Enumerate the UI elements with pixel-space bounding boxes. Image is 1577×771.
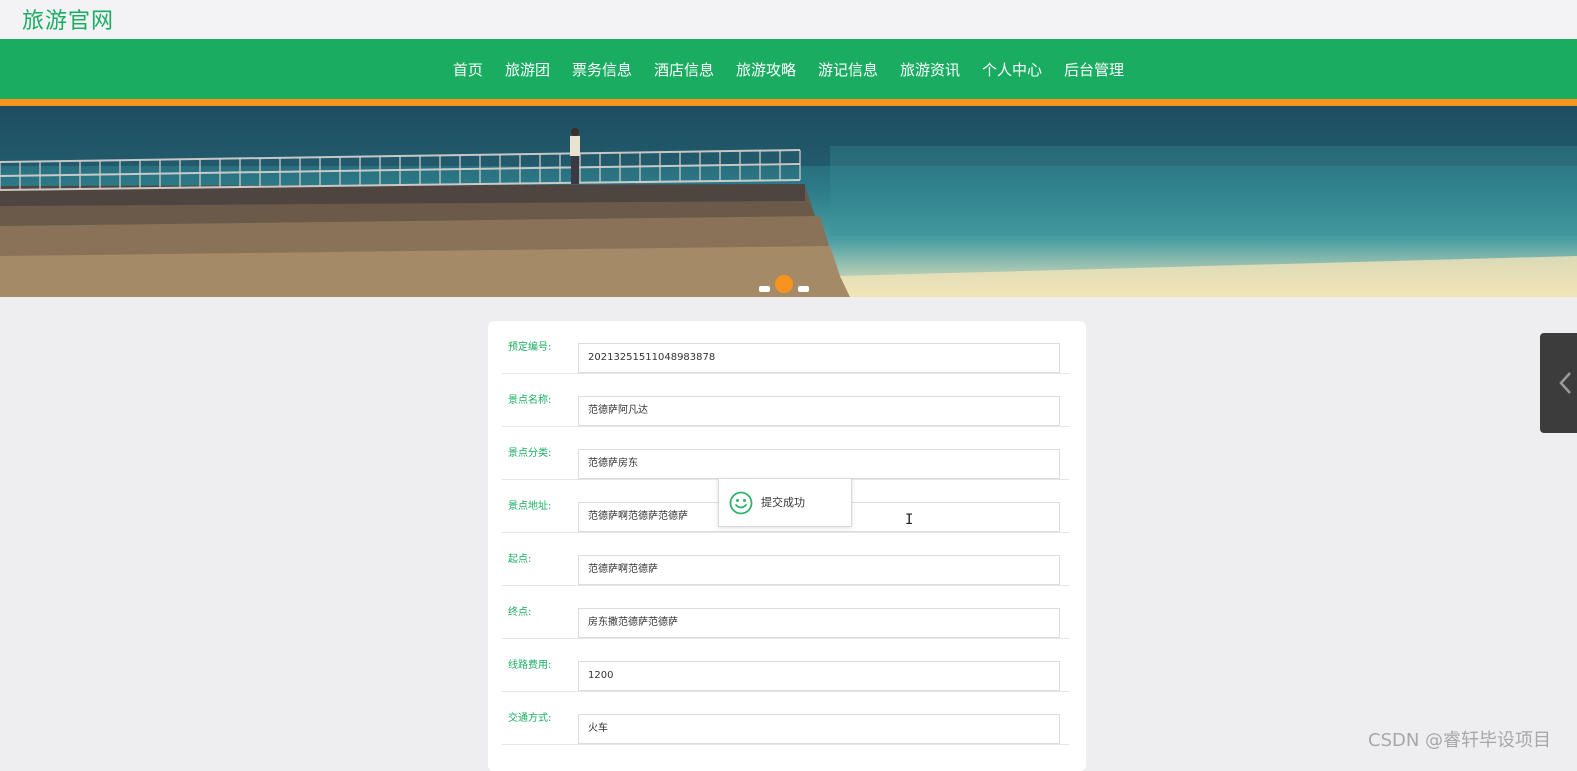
nav-item-hotels[interactable]: 酒店信息	[654, 59, 714, 80]
toast-message: 提交成功	[761, 496, 805, 509]
smiley-icon	[729, 491, 753, 519]
attraction-category-label: 景点分类:	[508, 448, 552, 459]
end-point-label: 终点:	[508, 607, 532, 618]
attraction-name-field[interactable]: 范德萨阿凡达	[578, 396, 1060, 426]
form-row-booking-number: 预定编号: 20213251511048983878	[502, 321, 1069, 374]
text-cursor-icon: I	[905, 512, 914, 528]
nav-item-home[interactable]: 首页	[453, 59, 483, 80]
nav-item-tickets[interactable]: 票务信息	[572, 59, 632, 80]
nav-item-guides[interactable]: 旅游攻略	[736, 59, 796, 80]
route-cost-label: 线路费用:	[508, 660, 552, 671]
site-logo[interactable]: 旅游官网	[22, 3, 114, 35]
nav-item-tour-group[interactable]: 旅游团	[505, 59, 550, 80]
booking-detail-form: 预定编号: 20213251511048983878 景点名称: 范德萨阿凡达 …	[488, 321, 1086, 771]
attraction-name-label: 景点名称:	[508, 395, 552, 406]
carousel-dot-1[interactable]	[759, 286, 770, 292]
watermark: CSDN @睿轩毕设项目	[1368, 730, 1552, 751]
success-toast: 提交成功	[718, 478, 852, 527]
transport-mode-field[interactable]: 火车	[578, 714, 1060, 744]
start-point-field[interactable]: 范德萨啊范德萨	[578, 555, 1060, 585]
nav-item-news[interactable]: 旅游资讯	[900, 59, 960, 80]
chevron-left-icon	[1559, 372, 1571, 394]
carousel-dot-2-active[interactable]	[775, 275, 793, 293]
route-cost-field[interactable]: 1200	[578, 661, 1060, 691]
booking-number-label: 预定编号:	[508, 342, 552, 353]
nav-item-travelogues[interactable]: 游记信息	[818, 59, 878, 80]
booking-number-field[interactable]: 20213251511048983878	[578, 343, 1060, 373]
form-row-route-cost: 线路费用: 1200	[502, 639, 1069, 692]
form-row-attraction-name: 景点名称: 范德萨阿凡达	[502, 374, 1069, 427]
carousel-dot-3[interactable]	[798, 286, 809, 292]
transport-mode-label: 交通方式:	[508, 713, 552, 724]
nav-item-personal-center[interactable]: 个人中心	[982, 59, 1042, 80]
form-row-end-point: 终点: 房东撒范德萨范德萨	[502, 586, 1069, 639]
top-bar: 旅游官网	[0, 0, 1577, 39]
accent-strip	[0, 99, 1577, 106]
form-row-attraction-category: 景点分类: 范德萨房东	[502, 427, 1069, 480]
banner-image	[0, 106, 1577, 297]
nav-item-admin[interactable]: 后台管理	[1064, 59, 1124, 80]
side-panel-toggle[interactable]	[1540, 333, 1577, 433]
start-point-label: 起点:	[508, 554, 532, 565]
attraction-address-label: 景点地址:	[508, 501, 552, 512]
end-point-field[interactable]: 房东撒范德萨范德萨	[578, 608, 1060, 638]
main-nav: 首页 旅游团 票务信息 酒店信息 旅游攻略 游记信息 旅游资讯 个人中心 后台管…	[0, 39, 1577, 99]
banner-carousel[interactable]	[0, 106, 1577, 297]
attraction-category-field[interactable]: 范德萨房东	[578, 449, 1060, 479]
form-row-start-point: 起点: 范德萨啊范德萨	[502, 533, 1069, 586]
form-row-transport-mode: 交通方式: 火车	[502, 692, 1069, 745]
